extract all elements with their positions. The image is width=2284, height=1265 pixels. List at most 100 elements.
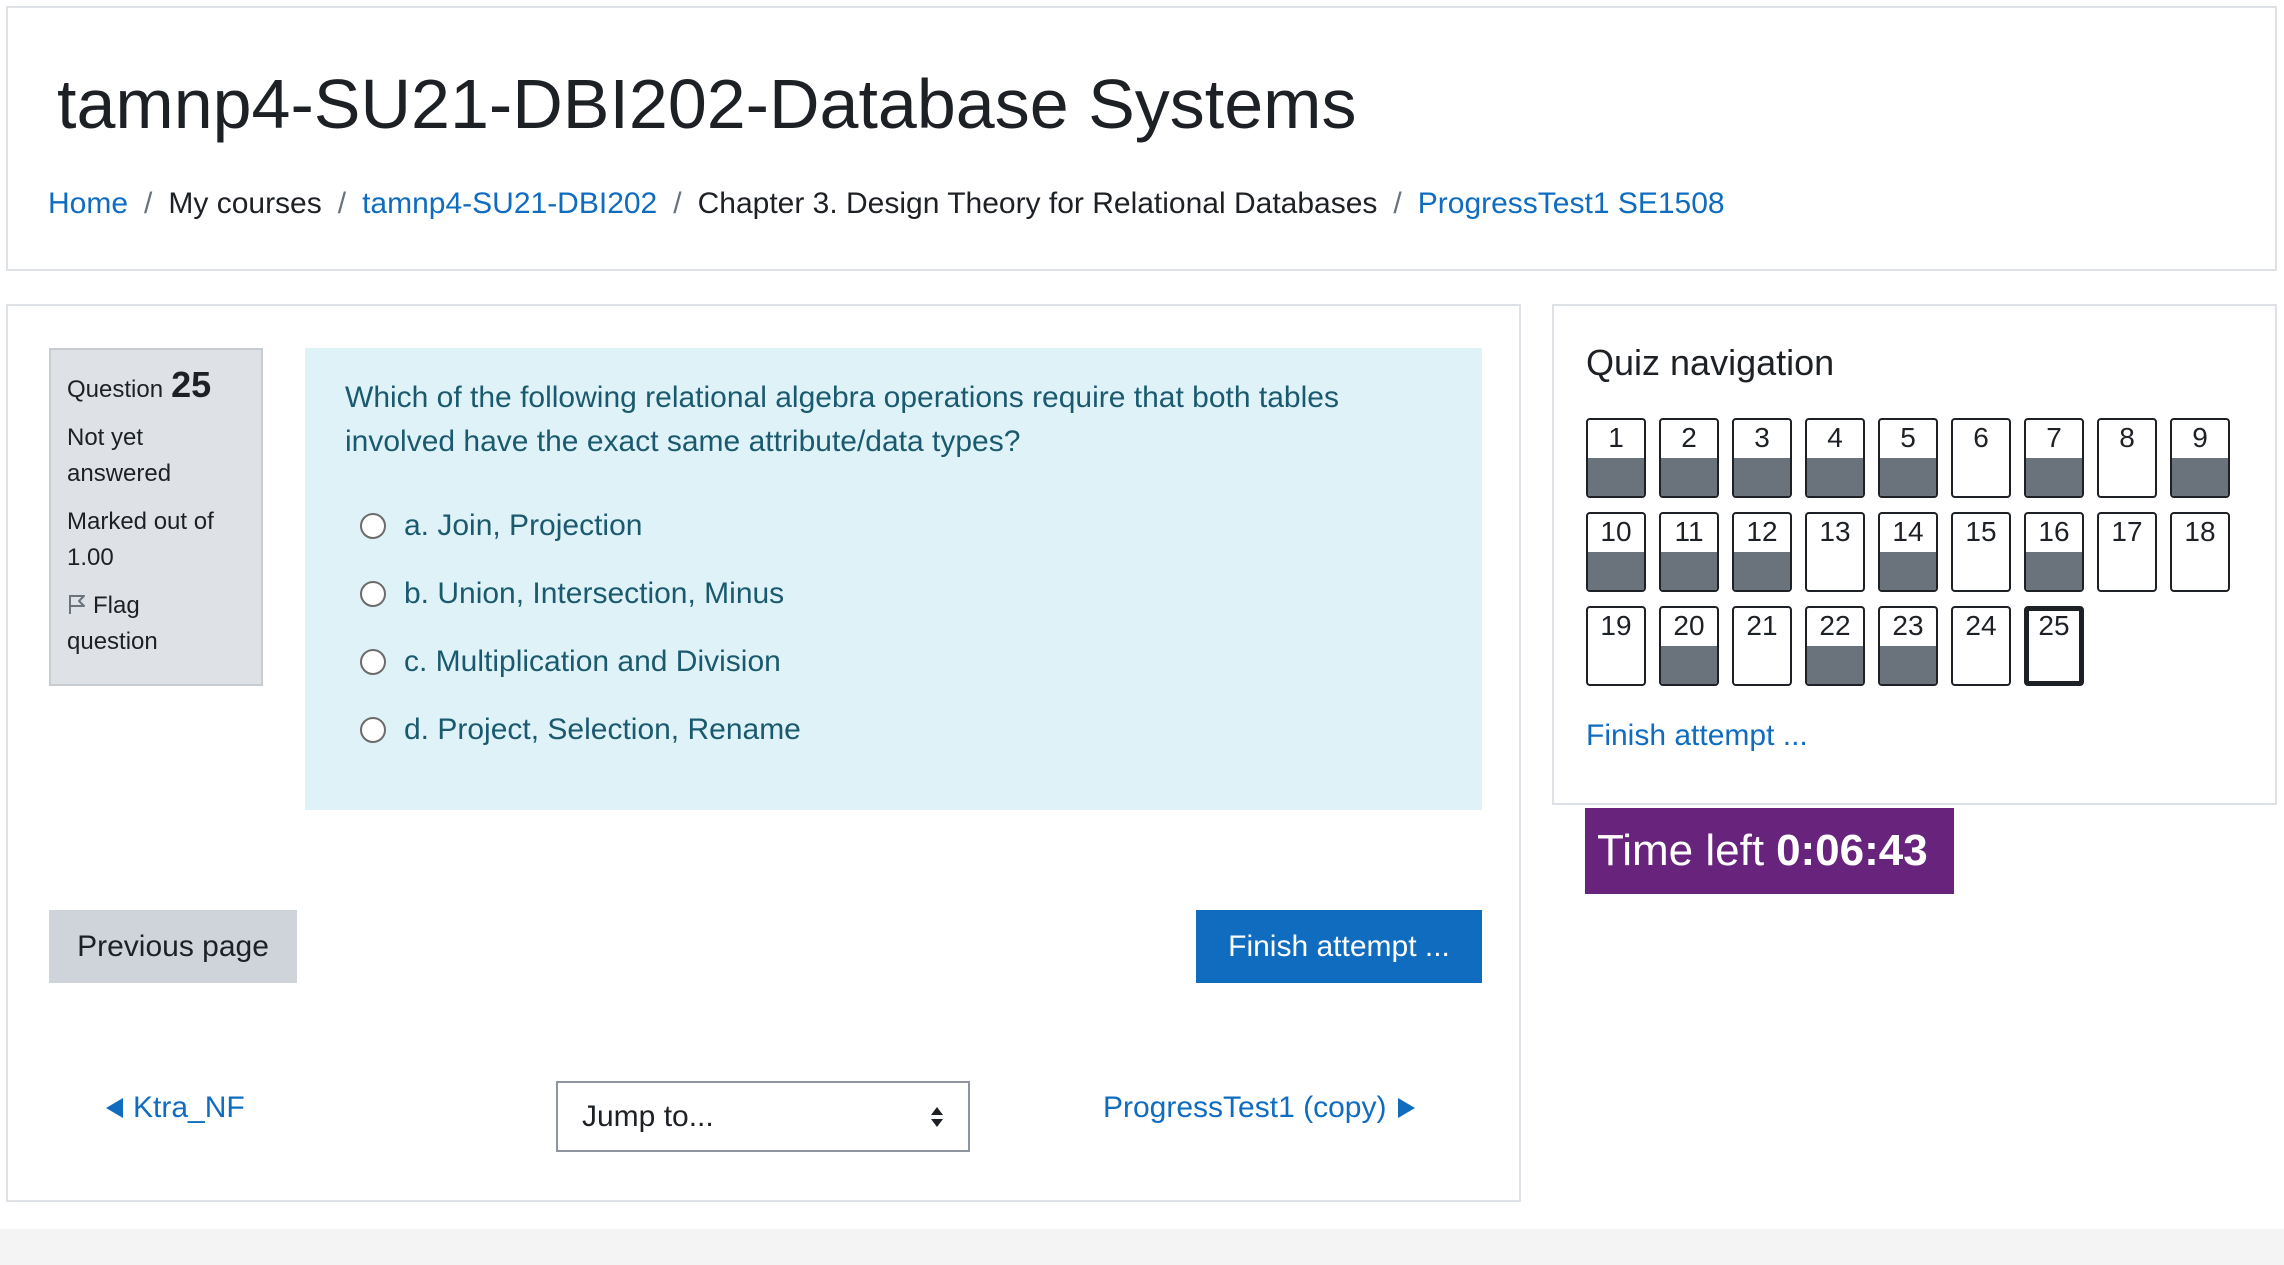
answer-option-d[interactable]: d. Project, Selection, Rename — [345, 696, 1442, 764]
flag-label-line2: question — [67, 628, 158, 655]
question-content: Which of the following relational algebr… — [305, 348, 1482, 810]
question-grade-line2: 1.00 — [67, 544, 114, 571]
quiz-nav-number: 12 — [1746, 516, 1778, 547]
question-number: 25 — [171, 364, 212, 405]
quiz-nav-button-24[interactable]: 24 — [1951, 606, 2011, 686]
answered-indicator — [2026, 458, 2082, 496]
answer-label[interactable]: b. Union, Intersection, Minus — [404, 577, 784, 611]
quiz-nav-number: 17 — [2111, 516, 2143, 547]
next-activity-link[interactable]: ProgressTest1 (copy) — [1103, 1091, 1416, 1125]
question-grade-line1: Marked out of — [67, 508, 214, 535]
quiz-nav-button-22[interactable]: 22 — [1805, 606, 1865, 686]
quiz-nav-number: 4 — [1827, 422, 1843, 453]
quiz-nav-button-12[interactable]: 12 — [1732, 512, 1792, 592]
quiz-nav-button-21[interactable]: 21 — [1732, 606, 1792, 686]
radio-button[interactable] — [360, 649, 386, 675]
quiz-nav-button-13[interactable]: 13 — [1805, 512, 1865, 592]
quiz-nav-button-11[interactable]: 11 — [1659, 512, 1719, 592]
question-text: Which of the following relational algebr… — [345, 376, 1442, 464]
answer-label[interactable]: a. Join, Projection — [404, 509, 642, 543]
question-text-line1: Which of the following relational algebr… — [345, 381, 1339, 414]
answered-indicator — [1661, 552, 1717, 590]
triangle-left-icon — [106, 1098, 123, 1118]
page-footer-strip — [0, 1229, 2284, 1265]
quiz-nav-button-4[interactable]: 4 — [1805, 418, 1865, 498]
question-state: Not yet answered — [67, 420, 245, 492]
answer-label[interactable]: c. Multiplication and Division — [404, 645, 781, 679]
quiz-nav-button-6[interactable]: 6 — [1951, 418, 2011, 498]
quiz-nav-button-16[interactable]: 16 — [2024, 512, 2084, 592]
answered-indicator — [1880, 552, 1936, 590]
quiz-nav-button-2[interactable]: 2 — [1659, 418, 1719, 498]
previous-page-button[interactable]: Previous page — [49, 910, 297, 983]
answered-indicator — [1734, 458, 1790, 496]
triangle-right-icon — [1398, 1098, 1416, 1118]
breadcrumb-home[interactable]: Home — [48, 187, 128, 221]
quiz-nav-number: 15 — [1965, 516, 1997, 547]
question-label: Question — [67, 376, 164, 403]
quiz-nav-button-18[interactable]: 18 — [2170, 512, 2230, 592]
quiz-nav-button-8[interactable]: 8 — [2097, 418, 2157, 498]
breadcrumb-course[interactable]: tamnp4-SU21-DBI202 — [362, 187, 657, 221]
breadcrumb-separator: / — [337, 187, 347, 220]
question-info-panel: Question 25 Not yet answered Marked out … — [49, 348, 263, 686]
quiz-nav-number: 23 — [1892, 610, 1924, 641]
question-state-line2: answered — [67, 460, 172, 487]
breadcrumb: Home / My courses / tamnp4-SU21-DBI202 /… — [48, 187, 1725, 221]
quiz-nav-button-14[interactable]: 14 — [1878, 512, 1938, 592]
quiz-nav-button-20[interactable]: 20 — [1659, 606, 1719, 686]
quiz-nav-button-3[interactable]: 3 — [1732, 418, 1792, 498]
quiz-nav-button-7[interactable]: 7 — [2024, 418, 2084, 498]
finish-attempt-link[interactable]: Finish attempt ... — [1586, 719, 1808, 753]
answer-option-a[interactable]: a. Join, Projection — [345, 492, 1442, 560]
quiz-nav-button-23[interactable]: 23 — [1878, 606, 1938, 686]
breadcrumb-separator: / — [144, 187, 153, 220]
breadcrumb-quiz[interactable]: ProgressTest1 SE1508 — [1418, 187, 1725, 221]
answered-indicator — [1588, 458, 1644, 496]
answered-indicator — [2026, 552, 2082, 590]
next-activity-label: ProgressTest1 (copy) — [1103, 1091, 1387, 1124]
page-header: tamnp4-SU21-DBI202-Database Systems Home… — [6, 6, 2277, 271]
question-state-line1: Not yet — [67, 424, 144, 451]
answered-indicator — [1734, 552, 1790, 590]
quiz-nav-button-25[interactable]: 25 — [2024, 606, 2084, 686]
page-title: tamnp4-SU21-DBI202-Database Systems — [57, 65, 1357, 143]
quiz-navigation-block: Quiz navigation 1 2 3 4 5 6 7 8 9 10 11 12 13 14 15 16 1… — [1552, 304, 2277, 805]
radio-button[interactable] — [360, 717, 386, 743]
answered-indicator — [1880, 458, 1936, 496]
breadcrumb-separator: / — [1393, 187, 1402, 220]
quiz-nav-button-15[interactable]: 15 — [1951, 512, 2011, 592]
quiz-nav-button-19[interactable]: 19 — [1586, 606, 1646, 686]
quiz-nav-number: 11 — [1674, 516, 1704, 547]
answer-option-c[interactable]: c. Multiplication and Division — [345, 628, 1442, 696]
quiz-nav-button-17[interactable]: 17 — [2097, 512, 2157, 592]
answered-indicator — [1880, 646, 1936, 684]
quiz-nav-button-9[interactable]: 9 — [2170, 418, 2230, 498]
answered-indicator — [1588, 552, 1644, 590]
finish-attempt-button[interactable]: Finish attempt ... — [1196, 910, 1482, 983]
quiz-navigation-grid: 1 2 3 4 5 6 7 8 9 10 11 12 13 14 15 16 17 18 19 20 21 22 23 24 2… — [1586, 418, 2230, 686]
breadcrumb-my-courses: My courses — [168, 187, 322, 220]
quiz-nav-number: 14 — [1892, 516, 1924, 547]
quiz-nav-button-5[interactable]: 5 — [1878, 418, 1938, 498]
quiz-nav-number: 25 — [2038, 610, 2070, 641]
radio-button[interactable] — [360, 513, 386, 539]
previous-activity-link[interactable]: Ktra_NF — [106, 1091, 245, 1125]
radio-button[interactable] — [360, 581, 386, 607]
question-text-line2: involved have the exact same attribute/d… — [345, 425, 1021, 458]
quiz-nav-number: 6 — [1973, 422, 1989, 453]
flag-question-link[interactable]: Flag question — [67, 588, 245, 660]
breadcrumb-separator: / — [673, 187, 682, 220]
quiz-nav-button-1[interactable]: 1 — [1586, 418, 1646, 498]
jump-to-select[interactable]: Jump to... — [556, 1081, 970, 1152]
quiz-navigation-title: Quiz navigation — [1586, 342, 1835, 383]
quiz-nav-number: 2 — [1681, 422, 1697, 453]
answer-option-b[interactable]: b. Union, Intersection, Minus — [345, 560, 1442, 628]
answer-label[interactable]: d. Project, Selection, Rename — [404, 713, 801, 747]
question-region: Question 25 Not yet answered Marked out … — [6, 304, 1521, 1202]
quiz-nav-number: 13 — [1819, 516, 1851, 547]
quiz-nav-button-10[interactable]: 10 — [1586, 512, 1646, 592]
answered-indicator — [1661, 458, 1717, 496]
quiz-nav-number: 7 — [2046, 422, 2062, 453]
quiz-timer: Time left 0:06:43 — [1585, 808, 1954, 894]
